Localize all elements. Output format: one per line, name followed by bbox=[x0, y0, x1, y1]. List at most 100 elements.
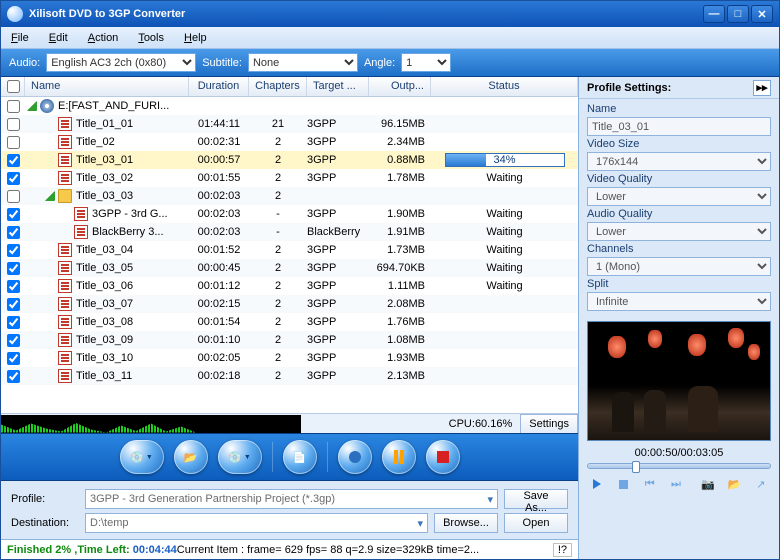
col-checkbox[interactable] bbox=[1, 77, 25, 96]
disc-icon: 💿 bbox=[228, 451, 242, 464]
prev-button[interactable]: ⏮ bbox=[640, 475, 660, 493]
settings-button[interactable]: Settings bbox=[520, 414, 578, 434]
row-name: Title_03_06 bbox=[76, 280, 133, 292]
play-button[interactable] bbox=[587, 475, 607, 493]
minimize-button[interactable]: — bbox=[703, 5, 725, 23]
table-row[interactable]: Title_03_0200:01:5523GPP1.78MBWaiting bbox=[1, 169, 578, 187]
col-duration[interactable]: Duration bbox=[189, 77, 249, 96]
video-preview[interactable] bbox=[587, 321, 771, 441]
menu-help[interactable]: Help bbox=[184, 32, 207, 44]
title-bar[interactable]: Xilisoft DVD to 3GP Converter — □ ✕ bbox=[1, 1, 779, 27]
expand-icon[interactable] bbox=[45, 191, 55, 201]
row-checkbox[interactable] bbox=[7, 244, 20, 257]
row-checkbox[interactable] bbox=[7, 226, 20, 239]
table-row[interactable]: E:[FAST_AND_FURI... bbox=[1, 97, 578, 115]
col-output[interactable]: Outp... bbox=[369, 77, 431, 96]
split-select[interactable]: Infinite bbox=[587, 292, 771, 311]
row-name: Title_03_11 bbox=[76, 370, 132, 382]
chevron-down-icon: ▼ bbox=[244, 454, 251, 461]
expand-settings-button[interactable]: ▸▸ bbox=[753, 80, 771, 96]
table-row[interactable]: Title_03_0500:00:4523GPP694.70KBWaiting bbox=[1, 259, 578, 277]
name-field[interactable] bbox=[587, 117, 771, 136]
videoquality-label: Video Quality bbox=[587, 173, 771, 185]
dvd-menu-button[interactable]: 💿▼ bbox=[218, 440, 262, 474]
col-status[interactable]: Status bbox=[431, 77, 578, 96]
pause-button[interactable] bbox=[382, 440, 416, 474]
videoquality-select[interactable]: Lower bbox=[587, 187, 771, 206]
row-checkbox[interactable] bbox=[7, 190, 20, 203]
list-add-icon: 📄 bbox=[293, 451, 307, 464]
row-checkbox[interactable] bbox=[7, 154, 20, 167]
add-item-button[interactable]: 📄 bbox=[283, 440, 317, 474]
destination-combo[interactable]: D:\temp▾ bbox=[85, 513, 428, 533]
row-checkbox[interactable] bbox=[7, 334, 20, 347]
expand-icon[interactable] bbox=[27, 101, 37, 111]
col-target[interactable]: Target ... bbox=[307, 77, 369, 96]
menu-edit[interactable]: Edit bbox=[49, 32, 68, 44]
row-name: E:[FAST_AND_FURI... bbox=[58, 100, 169, 112]
table-row[interactable]: Title_0200:02:3123GPP2.34MB bbox=[1, 133, 578, 151]
row-checkbox[interactable] bbox=[7, 136, 20, 149]
stop-button[interactable] bbox=[426, 440, 460, 474]
row-name: Title_03_09 bbox=[76, 334, 133, 346]
snapshot-button[interactable]: 📷 bbox=[698, 475, 718, 493]
row-checkbox[interactable] bbox=[7, 316, 20, 329]
col-name[interactable]: Name bbox=[25, 77, 189, 96]
table-row[interactable]: Title_03_0300:02:032 bbox=[1, 187, 578, 205]
table-row[interactable]: Title_03_0100:00:5723GPP0.88MB34% bbox=[1, 151, 578, 169]
table-row[interactable]: Title_03_1100:02:1823GPP2.13MB bbox=[1, 367, 578, 385]
profile-combo[interactable]: 3GPP - 3rd Generation Partnership Projec… bbox=[85, 489, 498, 509]
row-name: Title_03_07 bbox=[76, 298, 133, 310]
audioquality-select[interactable]: Lower bbox=[587, 222, 771, 241]
row-checkbox[interactable] bbox=[7, 118, 20, 131]
maximize-button[interactable]: □ bbox=[727, 5, 749, 23]
menu-file[interactable]: File bbox=[11, 32, 29, 44]
table-row[interactable]: Title_01_0101:44:11213GPP96.15MB bbox=[1, 115, 578, 133]
table-row[interactable]: Title_03_0900:01:1023GPP1.08MB bbox=[1, 331, 578, 349]
videosize-select[interactable]: 176x144 bbox=[587, 152, 771, 171]
dvd-open-button[interactable]: 💿▼ bbox=[120, 440, 164, 474]
browse-button[interactable]: Browse... bbox=[434, 513, 498, 533]
row-name: Title_03_01 bbox=[76, 154, 133, 166]
videosize-label: Video Size bbox=[587, 138, 771, 150]
col-chapters[interactable]: Chapters bbox=[249, 77, 307, 96]
close-button[interactable]: ✕ bbox=[751, 5, 773, 23]
save-as-button[interactable]: Save As... bbox=[504, 489, 568, 509]
row-checkbox[interactable] bbox=[7, 370, 20, 383]
player-stop-button[interactable] bbox=[613, 475, 633, 493]
table-row[interactable]: Title_03_0800:01:5423GPP1.76MB bbox=[1, 313, 578, 331]
status-current-item: Current Item : frame= 629 fps= 88 q=2.9 … bbox=[177, 544, 479, 556]
pause-icon bbox=[394, 450, 398, 464]
record-button[interactable] bbox=[338, 440, 372, 474]
table-row[interactable]: Title_03_0700:02:1523GPP2.08MB bbox=[1, 295, 578, 313]
row-checkbox[interactable] bbox=[7, 208, 20, 221]
row-checkbox[interactable] bbox=[7, 172, 20, 185]
add-folder-button[interactable]: 📂 bbox=[174, 440, 208, 474]
table-row[interactable]: Title_03_0400:01:5223GPP1.73MBWaiting bbox=[1, 241, 578, 259]
popup-button[interactable]: ↗ bbox=[751, 475, 771, 493]
open-button[interactable]: Open bbox=[504, 513, 568, 533]
row-checkbox[interactable] bbox=[7, 262, 20, 275]
file-grid[interactable]: E:[FAST_AND_FURI... Title_01_0101:44:1121… bbox=[1, 97, 578, 413]
open-folder-button[interactable]: 📂 bbox=[724, 475, 744, 493]
doc-icon bbox=[58, 171, 72, 185]
next-button[interactable]: ⏭ bbox=[666, 475, 686, 493]
seek-slider[interactable] bbox=[587, 463, 771, 469]
channels-select[interactable]: 1 (Mono) bbox=[587, 257, 771, 276]
status-alert-button[interactable]: !? bbox=[553, 543, 572, 557]
subtitle-select[interactable]: None bbox=[248, 53, 358, 72]
disc-icon: 💿 bbox=[130, 451, 144, 464]
table-row[interactable]: BlackBerry 3...00:02:03-BlackBerry1.91MB… bbox=[1, 223, 578, 241]
row-checkbox[interactable] bbox=[7, 100, 20, 113]
row-checkbox[interactable] bbox=[7, 352, 20, 365]
table-row[interactable]: 3GPP - 3rd G...00:02:03-3GPP1.90MBWaitin… bbox=[1, 205, 578, 223]
menu-action[interactable]: Action bbox=[88, 32, 119, 44]
audio-select[interactable]: English AC3 2ch (0x80) bbox=[46, 53, 196, 72]
table-row[interactable]: Title_03_1000:02:0523GPP1.93MB bbox=[1, 349, 578, 367]
menu-tools[interactable]: Tools bbox=[138, 32, 164, 44]
angle-select[interactable]: 1 bbox=[401, 53, 451, 72]
row-checkbox[interactable] bbox=[7, 280, 20, 293]
table-row[interactable]: Title_03_0600:01:1223GPP1.11MBWaiting bbox=[1, 277, 578, 295]
grid-header: Name Duration Chapters Target ... Outp..… bbox=[1, 77, 578, 97]
row-checkbox[interactable] bbox=[7, 298, 20, 311]
